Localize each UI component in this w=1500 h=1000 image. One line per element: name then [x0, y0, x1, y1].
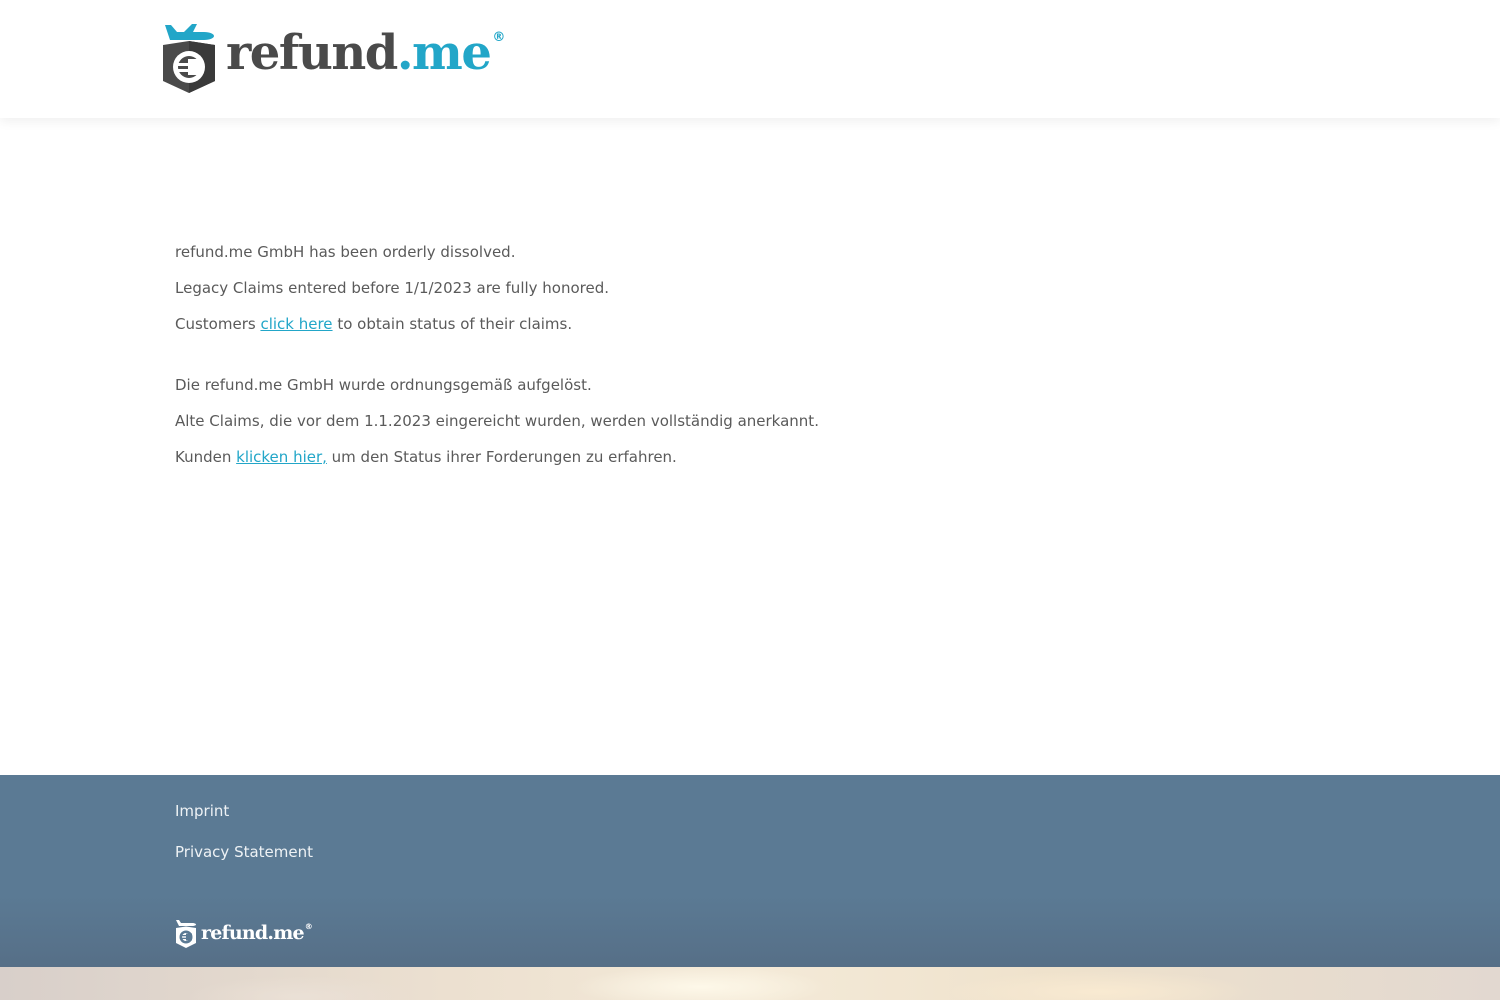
- background-sky-image: [0, 967, 1500, 1000]
- footer-link-imprint[interactable]: Imprint: [175, 799, 313, 840]
- site-footer: Imprint Privacy Statement refund.me®: [0, 775, 1500, 967]
- logo-wordmark: refund.me ®: [226, 29, 505, 77]
- notice-de-line3-before: Kunden: [175, 448, 237, 466]
- notice-en-line3-after: to obtain status of their claims.: [332, 315, 573, 333]
- click-here-link[interactable]: click here: [260, 315, 332, 333]
- notice-en-line3: Customers click here to obtain status of…: [175, 312, 1075, 348]
- notice-de-line3-after: um den Status ihrer Forderungen zu erfah…: [326, 448, 677, 466]
- footer-logo-wordmark: refund.me®: [201, 922, 313, 944]
- registered-mark: ®: [492, 30, 505, 45]
- site-header: refund.me ®: [0, 0, 1500, 118]
- notice-en-line3-before: Customers: [175, 315, 261, 333]
- euro-shield-plane-icon: [176, 920, 196, 948]
- footer-logo-wordmark-text: refund.me: [201, 922, 305, 944]
- logo-wordmark-accent: .me: [396, 25, 492, 81]
- notice-de-line1: Die refund.me GmbH wurde ordnungsgemäß a…: [175, 376, 592, 394]
- footer-nav: Imprint Privacy Statement: [175, 799, 313, 881]
- klicken-hier-link[interactable]: klicken hier,: [236, 448, 327, 466]
- footer-link-privacy-statement[interactable]: Privacy Statement: [175, 840, 313, 881]
- dissolution-notice: refund.me GmbH has been orderly dissolve…: [175, 240, 1075, 481]
- notice-en-line2: Legacy Claims entered before 1/1/2023 ar…: [175, 279, 610, 297]
- euro-shield-plane-icon: [163, 24, 215, 93]
- logo-wordmark-dark: refund: [226, 25, 398, 81]
- header-logo-link[interactable]: refund.me ®: [162, 20, 505, 94]
- footer-logo-link[interactable]: refund.me®: [175, 917, 313, 949]
- notice-de-line3: Kunden klicken hier, um den Status ihrer…: [175, 445, 1075, 481]
- notice-de-line2: Alte Claims, die vor dem 1.1.2023 einger…: [175, 412, 819, 430]
- notice-en-line1: refund.me GmbH has been orderly dissolve…: [175, 243, 516, 261]
- footer-registered-mark: ®: [304, 922, 313, 931]
